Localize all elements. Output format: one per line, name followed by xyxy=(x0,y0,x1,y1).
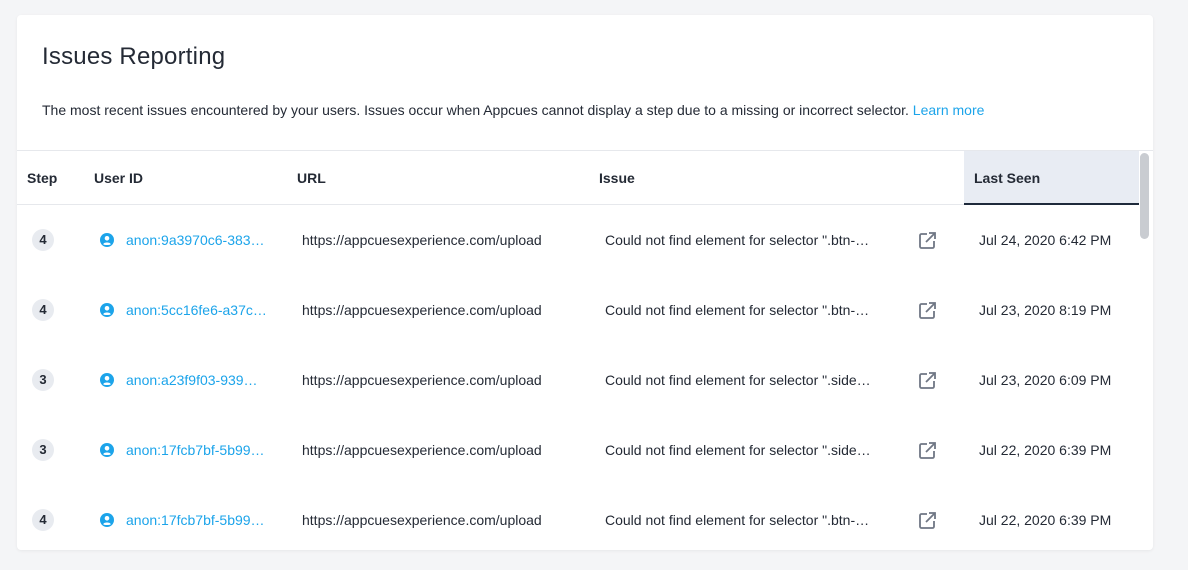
url-cell: https://appcuesexperience.com/upload xyxy=(302,442,542,458)
table-row[interactable]: 3 anon:17fcb7bf-5b99… https://appcuesexp… xyxy=(17,415,1139,485)
external-link-icon[interactable] xyxy=(918,441,937,460)
url-cell: https://appcuesexperience.com/upload xyxy=(302,302,542,318)
issue-cell: Could not find element for selector ".bt… xyxy=(605,232,870,248)
user-id-link[interactable]: anon:17fcb7bf-5b99… xyxy=(126,415,276,485)
user-circle-icon xyxy=(100,303,114,317)
table-row[interactable]: 3 anon:a23f9f03-939… https://appcuesexpe… xyxy=(17,345,1139,415)
step-badge: 4 xyxy=(32,299,54,321)
last-seen-cell: Jul 23, 2020 8:19 PM xyxy=(979,302,1112,318)
url-cell: https://appcuesexperience.com/upload xyxy=(302,372,542,388)
issues-card: Issues Reporting The most recent issues … xyxy=(17,15,1153,550)
last-seen-cell: Jul 24, 2020 6:42 PM xyxy=(979,232,1112,248)
user-id-link[interactable]: anon:5cc16fe6-a37c… xyxy=(126,275,276,345)
table-row[interactable]: 4 anon:9a3970c6-383… https://appcuesexpe… xyxy=(17,205,1139,275)
learn-more-link[interactable]: Learn more xyxy=(913,102,985,118)
step-badge: 4 xyxy=(32,509,54,531)
step-badge: 3 xyxy=(32,439,54,461)
issue-cell: Could not find element for selector ".si… xyxy=(605,442,871,458)
column-header-last-seen[interactable]: Last Seen xyxy=(964,151,1139,205)
column-header-url[interactable]: URL xyxy=(297,151,326,205)
last-seen-cell: Jul 22, 2020 6:39 PM xyxy=(979,442,1112,458)
user-circle-icon xyxy=(100,443,114,457)
column-header-step[interactable]: Step xyxy=(27,151,57,205)
user-id-link[interactable]: anon:9a3970c6-383… xyxy=(126,205,276,275)
issue-cell: Could not find element for selector ".bt… xyxy=(605,302,870,318)
external-link-icon[interactable] xyxy=(918,231,937,250)
step-badge: 4 xyxy=(32,229,54,251)
external-link-icon[interactable] xyxy=(918,301,937,320)
issue-cell: Could not find element for selector ".bt… xyxy=(605,512,870,528)
table-header: Step User ID URL Issue Last Seen xyxy=(17,151,1139,205)
scrollbar[interactable] xyxy=(1140,153,1149,549)
user-id-link[interactable]: anon:a23f9f03-939… xyxy=(126,345,276,415)
issue-cell: Could not find element for selector ".si… xyxy=(605,372,871,388)
step-badge: 3 xyxy=(32,369,54,391)
url-cell: https://appcuesexperience.com/upload xyxy=(302,512,542,528)
scrollbar-thumb[interactable] xyxy=(1140,153,1149,239)
user-circle-icon xyxy=(100,373,114,387)
column-header-user-id[interactable]: User ID xyxy=(94,151,143,205)
table-row[interactable]: 4 anon:5cc16fe6-a37c… https://appcuesexp… xyxy=(17,275,1139,345)
external-link-icon[interactable] xyxy=(918,511,937,530)
user-id-link[interactable]: anon:17fcb7bf-5b99… xyxy=(126,485,276,550)
url-cell: https://appcuesexperience.com/upload xyxy=(302,232,542,248)
user-circle-icon xyxy=(100,233,114,247)
page-description: The most recent issues encountered by yo… xyxy=(42,102,984,118)
description-text: The most recent issues encountered by yo… xyxy=(42,102,909,118)
column-header-issue[interactable]: Issue xyxy=(599,151,635,205)
table-row[interactable]: 4 anon:17fcb7bf-5b99… https://appcuesexp… xyxy=(17,485,1139,550)
issues-table: Step User ID URL Issue Last Seen 4 anon:… xyxy=(17,150,1153,550)
last-seen-cell: Jul 23, 2020 6:09 PM xyxy=(979,372,1112,388)
page-title: Issues Reporting xyxy=(42,43,226,70)
external-link-icon[interactable] xyxy=(918,371,937,390)
user-circle-icon xyxy=(100,513,114,527)
last-seen-cell: Jul 22, 2020 6:39 PM xyxy=(979,512,1112,528)
